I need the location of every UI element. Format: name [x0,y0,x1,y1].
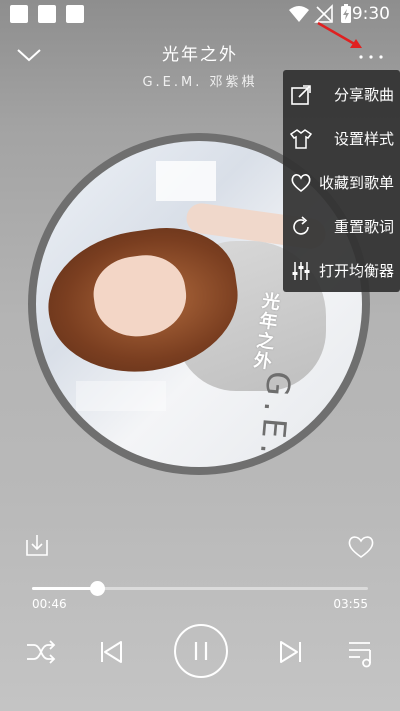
notification-icon [10,5,28,23]
menu-item-share[interactable]: 分享歌曲 [283,73,400,117]
progress-thumb[interactable] [90,581,106,596]
pause-icon [194,642,208,660]
play-pause-button[interactable] [174,624,228,678]
menu-item-label: 设置样式 [333,130,394,148]
menu-item-label: 分享歌曲 [333,86,394,104]
share-icon [291,85,311,105]
refresh-icon [293,216,309,235]
download-icon[interactable] [24,532,50,558]
notification-icon [66,5,84,23]
options-menu: 分享歌曲 设置样式 收藏到歌单 重置歌词 打开均衡器 [283,70,400,292]
menu-item-style[interactable]: 设置样式 [283,117,400,161]
total-time: 03:55 [333,597,368,611]
playlist-icon[interactable] [346,636,378,668]
previous-track-icon[interactable] [96,636,126,668]
next-track-icon[interactable] [276,636,306,668]
annotation-arrow-icon [317,21,362,48]
menu-item-label: 重置歌词 [333,218,394,236]
heart-icon [291,174,311,193]
menu-item-label: 打开均衡器 [318,262,394,280]
menu-item-equalizer[interactable]: 打开均衡器 [283,249,400,293]
progress-bar[interactable] [32,587,368,590]
equalizer-icon [292,262,310,280]
art-background-shape [156,161,216,201]
menu-item-add-to-playlist[interactable]: 收藏到歌单 [283,161,400,205]
menu-item-label: 收藏到歌单 [318,174,394,192]
shuffle-icon[interactable] [24,636,58,668]
notification-icon [38,5,56,23]
menu-item-reset-lyrics[interactable]: 重置歌词 [283,205,400,249]
elapsed-time: 00:46 [32,597,67,611]
like-heart-icon[interactable] [346,534,376,560]
art-background-shape [76,381,166,411]
progress-fill [32,587,98,590]
shirt-icon [289,129,313,149]
